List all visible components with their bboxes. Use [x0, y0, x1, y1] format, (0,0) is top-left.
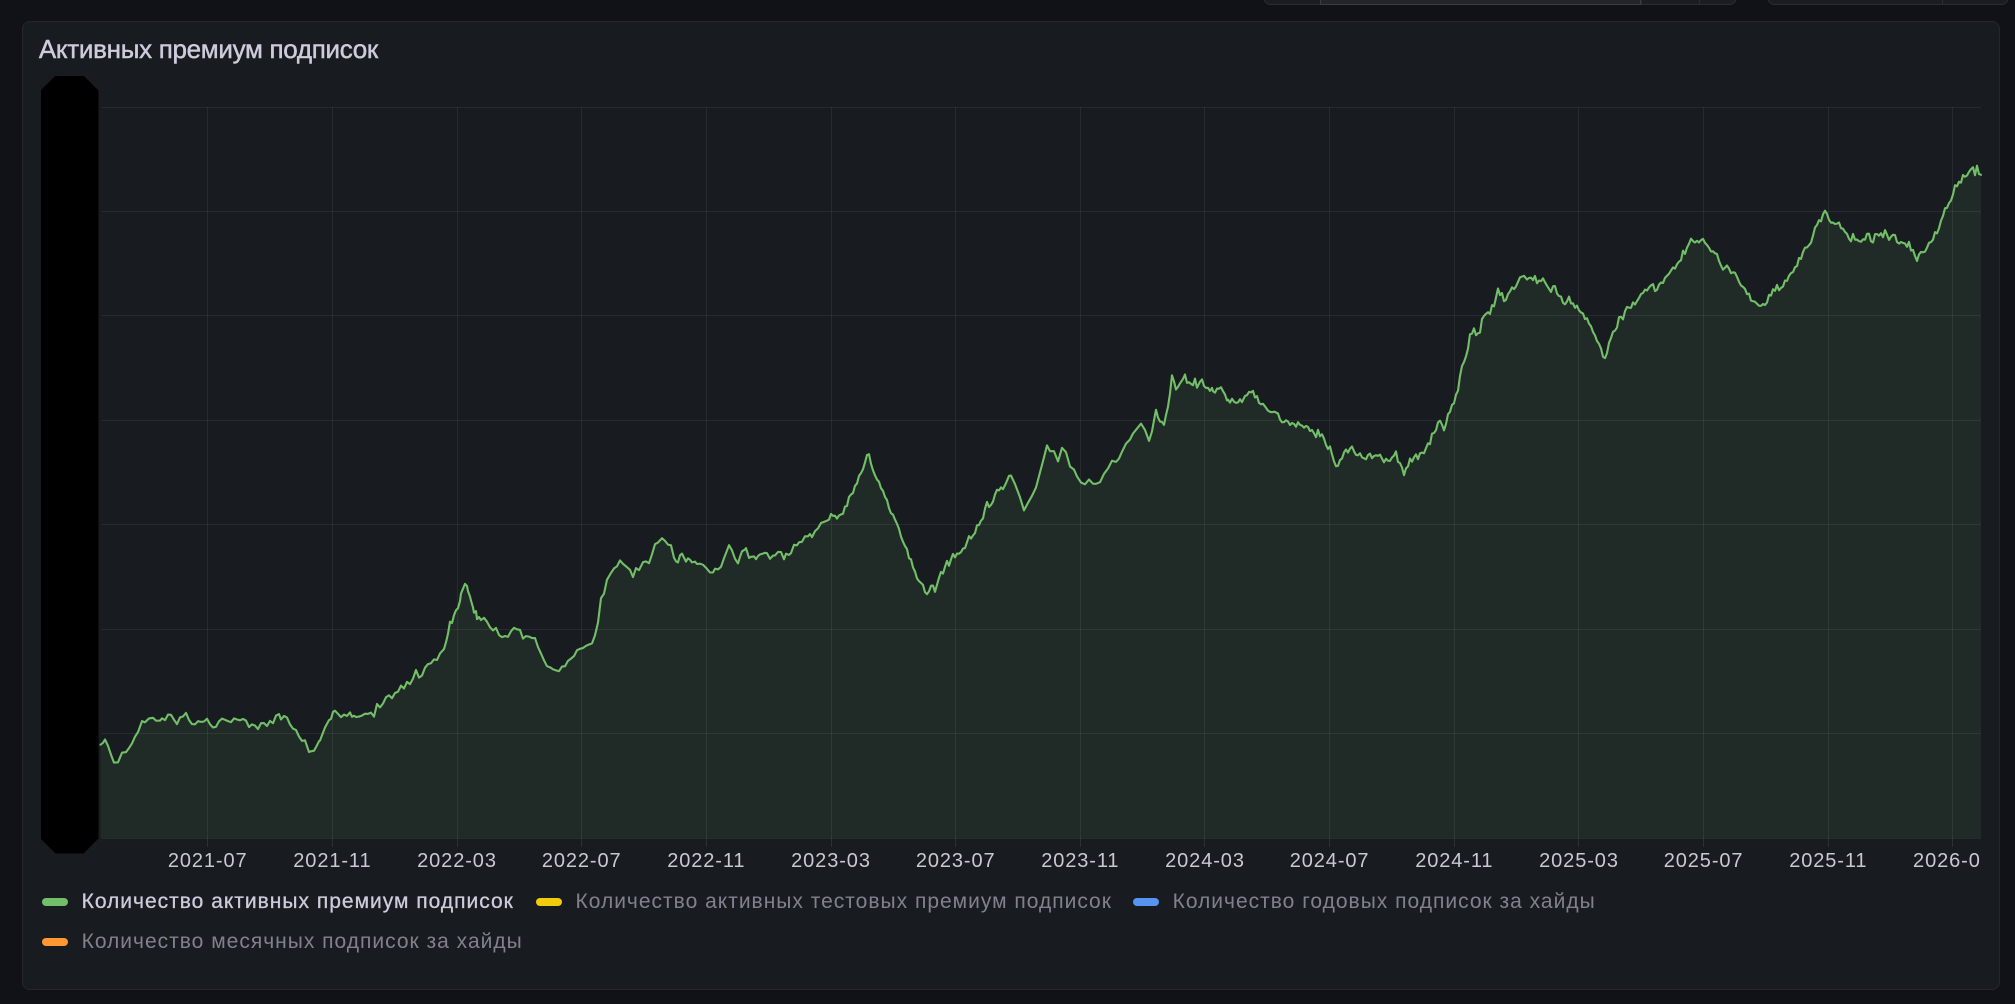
svg-text:2023-07: 2023-07 — [916, 850, 996, 872]
svg-text:2022-11: 2022-11 — [667, 850, 745, 872]
svg-text:2022-07: 2022-07 — [542, 850, 622, 872]
svg-text:2025-11: 2025-11 — [1789, 850, 1867, 872]
svg-text:2021-11: 2021-11 — [293, 850, 371, 872]
svg-text:2026-03: 2026-03 — [1913, 850, 1993, 872]
svg-text:2024-07: 2024-07 — [1290, 850, 1370, 872]
svg-text:2024-03: 2024-03 — [1165, 850, 1245, 872]
svg-text:2023-03: 2023-03 — [791, 850, 871, 872]
svg-text:2025-07: 2025-07 — [1664, 850, 1744, 872]
svg-text:2024-11: 2024-11 — [1415, 850, 1493, 872]
svg-text:2021-07: 2021-07 — [168, 850, 248, 872]
svg-text:2023-11: 2023-11 — [1041, 850, 1119, 872]
svg-text:2022-03: 2022-03 — [417, 850, 497, 872]
svg-text:2025-03: 2025-03 — [1539, 850, 1619, 872]
